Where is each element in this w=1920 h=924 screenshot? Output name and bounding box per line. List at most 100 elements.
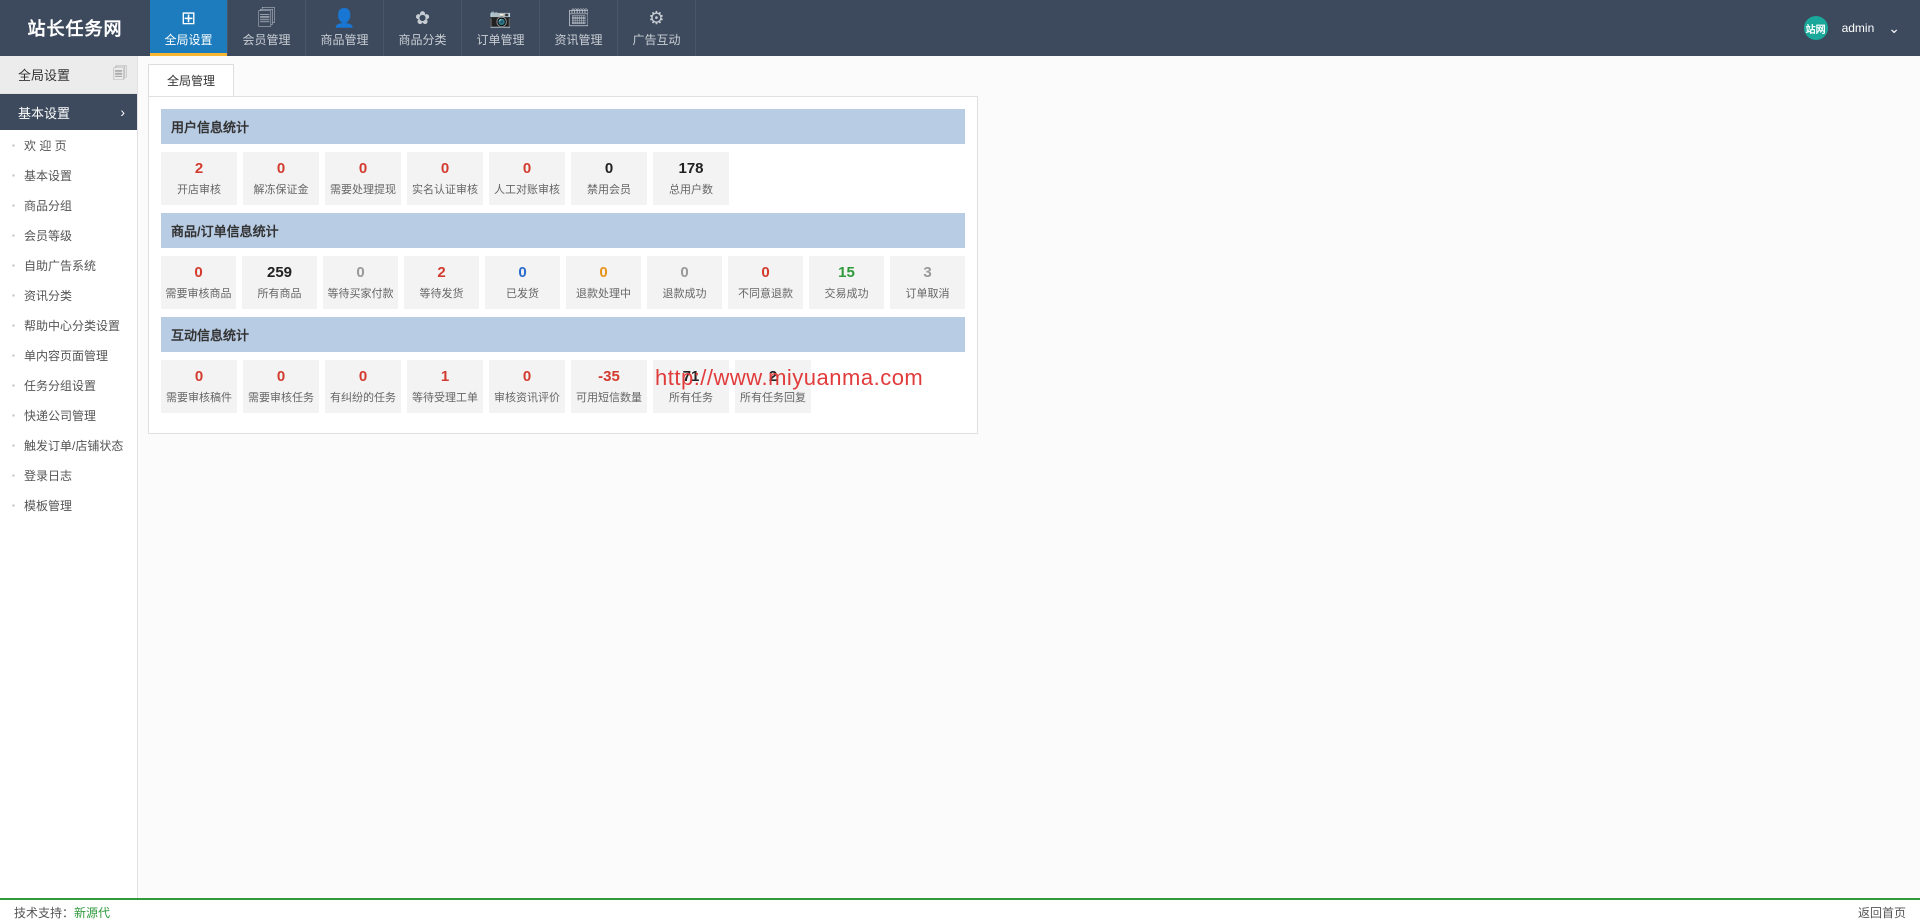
- sidebar-header: 全局设置 🗐: [0, 56, 137, 94]
- stat-label: 订单取消: [892, 285, 963, 301]
- nav-label: 会员管理: [242, 31, 290, 48]
- stat-label: 所有任务回复: [737, 389, 809, 405]
- sidebar-item-8[interactable]: 任务分组设置: [0, 370, 137, 400]
- stat-card[interactable]: 0 审核资讯评价: [489, 360, 565, 413]
- stat-card[interactable]: 0 禁用会员: [571, 152, 647, 205]
- chevron-down-icon[interactable]: ⌄: [1888, 20, 1900, 37]
- sidebar-item-2[interactable]: 商品分组: [0, 190, 137, 220]
- stat-card[interactable]: 259所有商品: [242, 256, 317, 309]
- nav-item-2[interactable]: 👤 商品管理: [306, 0, 384, 56]
- stat-card[interactable]: 0退款处理中: [566, 256, 641, 309]
- top-nav: 站长任务网 ⊞ 全局设置 🗐会员管理 👤 商品管理 ✿商品分类📷订单管理 🗓 资讯管理 ⚙广告互…: [0, 0, 1920, 56]
- tab-bar: 全局管理: [148, 64, 1910, 96]
- sidebar-item-10[interactable]: 触发订单/店铺状态: [0, 430, 137, 460]
- stat-card[interactable]: 71所有任务: [653, 360, 729, 413]
- footer-return-home[interactable]: 返回首页: [1858, 904, 1906, 921]
- nav-icon: ✿: [415, 9, 430, 27]
- nav-label: 资讯管理: [554, 31, 602, 48]
- stat-label: 需要审核稿件: [163, 389, 235, 405]
- stat-value: 0: [649, 264, 720, 281]
- nav-label: 商品管理: [320, 31, 368, 48]
- user-name[interactable]: admin: [1842, 21, 1875, 35]
- sidebar-item-3[interactable]: 会员等级: [0, 220, 137, 250]
- calendar-icon[interactable]: 🗐: [113, 63, 127, 87]
- stat-card[interactable]: 0解冻保证金: [243, 152, 319, 205]
- stat-value: 0: [163, 368, 235, 385]
- stat-card[interactable]: 0 人工对账审核: [489, 152, 565, 205]
- footer-support-link[interactable]: 新源代: [74, 906, 110, 920]
- stat-card[interactable]: 0不同意退款: [728, 256, 803, 309]
- sidebar-item-6[interactable]: 帮助中心分类设置: [0, 310, 137, 340]
- sidebar-item-0[interactable]: 欢 迎 页: [0, 130, 137, 160]
- stat-card[interactable]: 0 已发货: [485, 256, 560, 309]
- sidebar-list: 欢 迎 页基本设置商品分组会员等级自助广告系统资讯分类帮助中心分类设置单内容页面…: [0, 130, 137, 520]
- sidebar-item-4[interactable]: 自助广告系统: [0, 250, 137, 280]
- stat-label: 审核资讯评价: [491, 389, 563, 405]
- stat-label: 总用户数: [655, 181, 727, 197]
- stat-label: 退款成功: [649, 285, 720, 301]
- stat-label: 交易成功: [811, 285, 882, 301]
- stat-value: 0: [325, 264, 396, 281]
- logo[interactable]: 站长任务网: [0, 0, 150, 56]
- stat-card[interactable]: 0实名认证审核: [407, 152, 483, 205]
- nav-icon: 🗓: [567, 9, 590, 27]
- sidebar-item-5[interactable]: 资讯分类: [0, 280, 137, 310]
- stat-label: 可用短信数量: [573, 389, 645, 405]
- nav-item-1[interactable]: 🗐会员管理: [228, 0, 306, 56]
- stat-card[interactable]: 0 等待买家付款: [323, 256, 398, 309]
- stat-card[interactable]: 2等待发货: [404, 256, 479, 309]
- nav-item-6[interactable]: ⚙广告互动: [618, 0, 696, 56]
- stat-value: 0: [245, 368, 317, 385]
- nav-label: 全局设置: [164, 31, 212, 48]
- sidebar-item-7[interactable]: 单内容页面管理: [0, 340, 137, 370]
- nav-item-0[interactable]: ⊞ 全局设置: [150, 0, 228, 56]
- stat-value: 0: [487, 264, 558, 281]
- sidebar-item-12[interactable]: 模板管理: [0, 490, 137, 520]
- stat-label: 退款处理中: [568, 285, 639, 301]
- user-badge-icon[interactable]: 站网: [1804, 16, 1828, 40]
- nav-item-4[interactable]: 📷订单管理: [462, 0, 540, 56]
- stat-card[interactable]: 0 需要审核稿件: [161, 360, 237, 413]
- stat-label: 已发货: [487, 285, 558, 301]
- stat-value: 0: [491, 368, 563, 385]
- stat-value: 0: [573, 160, 645, 177]
- nav-item-3[interactable]: ✿商品分类: [384, 0, 462, 56]
- stat-card[interactable]: 15交易成功: [809, 256, 884, 309]
- sidebar-group[interactable]: 基本设置 ›: [0, 94, 137, 130]
- stat-value: 259: [244, 264, 315, 281]
- tab-global-manage[interactable]: 全局管理: [148, 64, 234, 96]
- stat-row: 2开店审核0解冻保证金0需要处理提现0实名认证审核0人工对账审核0禁用会员178…: [161, 152, 965, 205]
- stat-label: 解冻保证金: [245, 181, 317, 197]
- stat-card[interactable]: 0 退款成功: [647, 256, 722, 309]
- nav-icon: ⊞: [181, 9, 196, 27]
- section-title: 用户信息统计: [161, 109, 965, 144]
- stat-label: 禁用会员: [573, 181, 645, 197]
- stat-card[interactable]: 178总用户数: [653, 152, 729, 205]
- footer: 技术支持：新源代 返回首页: [0, 898, 1920, 924]
- stat-label: 等待买家付款: [325, 285, 396, 301]
- stat-value: 0: [491, 160, 563, 177]
- stat-card[interactable]: 1等待受理工单: [407, 360, 483, 413]
- sidebar-item-1[interactable]: 基本设置: [0, 160, 137, 190]
- stat-card[interactable]: 0需要处理提现: [325, 152, 401, 205]
- stat-card[interactable]: 0有纠纷的任务: [325, 360, 401, 413]
- sidebar-item-9[interactable]: 快递公司管理: [0, 400, 137, 430]
- nav-label: 广告互动: [632, 31, 680, 48]
- nav-icon: 👤: [333, 9, 355, 27]
- stat-value: 0: [409, 160, 481, 177]
- stat-label: 人工对账审核: [491, 181, 563, 197]
- stat-label: 开店审核: [163, 181, 235, 197]
- stat-card[interactable]: 2 开店审核: [161, 152, 237, 205]
- stat-card[interactable]: 0需要审核商品: [161, 256, 236, 309]
- stat-value: 0: [327, 160, 399, 177]
- sidebar-item-11[interactable]: 登录日志: [0, 460, 137, 490]
- stat-value: 2: [163, 160, 235, 177]
- stat-value: 2: [737, 368, 809, 385]
- nav-item-5[interactable]: 🗓 资讯管理: [540, 0, 618, 56]
- stat-card[interactable]: 0需要审核任务: [243, 360, 319, 413]
- stat-card[interactable]: 3 订单取消: [890, 256, 965, 309]
- stat-value: 3: [892, 264, 963, 281]
- stat-value: -35: [573, 368, 645, 385]
- stat-card[interactable]: -35 可用短信数量: [571, 360, 647, 413]
- stat-card[interactable]: 2 所有任务回复: [735, 360, 811, 413]
